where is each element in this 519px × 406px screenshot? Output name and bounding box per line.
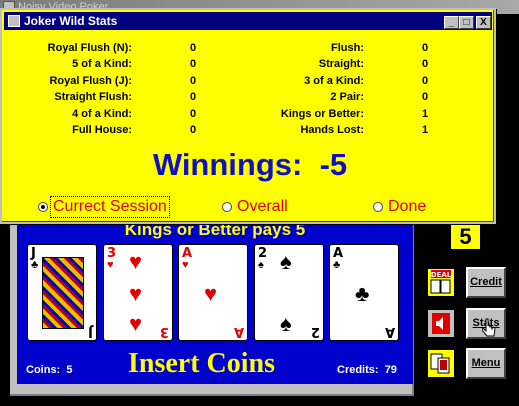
stat-label-straight: Straight: [318, 58, 364, 70]
minimize-button[interactable]: _ [444, 16, 459, 29]
heart-icon: ♥ [129, 249, 143, 274]
stat-value-2-pair: 0 [421, 91, 429, 103]
coins-label: Coins: [26, 364, 61, 376]
stat-value-3-of-a-kind: 0 [421, 75, 429, 87]
spade-icon: ♠ [280, 249, 292, 274]
bet-digit-display: 5 [451, 225, 480, 249]
svg-text:DEAL: DEAL [431, 271, 452, 279]
stat-value-hands-lost: 1 [421, 124, 429, 136]
stat-label-kings-or-better: Kings or Better: [280, 108, 364, 120]
stats-dialog-title: Joker Wild Stats [24, 14, 118, 28]
stat-label-5-of-a-kind: 5 of a Kind: [72, 58, 132, 70]
credit-button[interactable]: Credit [466, 267, 506, 298]
stat-value-straight: 0 [421, 58, 429, 70]
card-1[interactable]: J ♣ J [27, 244, 97, 341]
heart-icon: ♥ [204, 281, 218, 306]
maximize-button[interactable]: □ [459, 16, 474, 29]
radio-overall[interactable]: Overall [222, 197, 312, 217]
winnings-value: -5 [319, 147, 348, 182]
stat-label-2-pair: 2 Pair: [330, 91, 364, 103]
mouse-pointer-icon [482, 318, 496, 337]
radio-dot[interactable] [373, 202, 383, 212]
heart-icon: ♥ [129, 281, 143, 306]
card-2[interactable]: 3 ♥ ♥ ♥ ♥ 3 [103, 244, 173, 341]
heart-icon: ♥ [182, 259, 189, 271]
stat-label-royal-flush-n: Royal Flush (N): [47, 42, 132, 54]
close-button[interactable]: X [476, 16, 491, 29]
stat-value-kings-or-better: 1 [421, 108, 429, 120]
stat-label-3-of-a-kind: 3 of a Kind: [304, 75, 364, 87]
stat-label-full-house: Full House: [72, 124, 132, 136]
coins-display: Coins: 5 [26, 364, 72, 376]
credits-label: Credits: [337, 364, 379, 376]
credits-value: 79 [384, 364, 397, 376]
jack-face-image [42, 257, 84, 329]
card-rank-bottom: J [88, 324, 93, 339]
speaker-icon[interactable] [426, 308, 456, 339]
spade-icon: ♠ [280, 311, 292, 336]
stat-label-royal-flush-j: Royal Flush (J): [49, 75, 132, 87]
card-5[interactable]: A ♣ ♣ A [329, 244, 399, 341]
winnings-label: Winnings: [152, 147, 303, 182]
stat-value-flush: 0 [421, 42, 429, 54]
card-rank-bottom: 2 [310, 324, 320, 339]
stats-dialog: Joker Wild Stats _ □ X Royal Flush (N): … [0, 8, 496, 224]
pays-message: Kings or Better pays 5 [124, 222, 306, 239]
radio-dot[interactable] [222, 202, 232, 212]
credits-display: Credits: 79 [337, 364, 397, 376]
radio-label-current-session[interactable]: Currect Session [50, 196, 170, 218]
radio-label-overall[interactable]: Overall [235, 197, 290, 217]
menu-button[interactable]: Menu [466, 348, 506, 379]
card-3[interactable]: A ♥ ♥ A [178, 244, 248, 341]
heart-icon: ♥ [107, 259, 114, 271]
club-icon: ♣ [333, 259, 341, 271]
stats-titlebar[interactable]: Joker Wild Stats _ □ X [4, 12, 492, 30]
club-icon: ♣ [31, 259, 39, 271]
radio-dot-selected[interactable] [38, 202, 48, 212]
cards-icon[interactable] [426, 348, 456, 379]
card-rank-bottom: A [233, 324, 244, 339]
heart-icon: ♥ [129, 311, 143, 336]
stat-label-flush: Flush: [331, 42, 364, 54]
stat-label-hands-lost: Hands Lost: [300, 124, 364, 136]
winnings-display: Winnings: -5 [2, 147, 498, 183]
radio-current-session[interactable]: Currect Session [38, 196, 188, 218]
spade-icon: ♠ [258, 259, 264, 271]
card-rank-bottom: 3 [159, 324, 169, 339]
deal-icon[interactable]: DEAL [426, 267, 456, 298]
stat-label-straight-flush: Straight Flush: [54, 91, 132, 103]
radio-label-done[interactable]: Done [386, 197, 428, 217]
club-icon: ♣ [355, 281, 370, 306]
card-rank-bottom: A [384, 324, 395, 339]
insert-coins-message: Insert Coins [128, 348, 276, 379]
coins-value: 5 [66, 364, 73, 376]
dialog-icon[interactable] [8, 15, 20, 27]
card-4[interactable]: 2 ♠ ♠ ♠ 2 [254, 244, 324, 341]
stat-label-4-of-a-kind: 4 of a Kind: [72, 108, 132, 120]
radio-done[interactable]: Done [373, 197, 443, 217]
